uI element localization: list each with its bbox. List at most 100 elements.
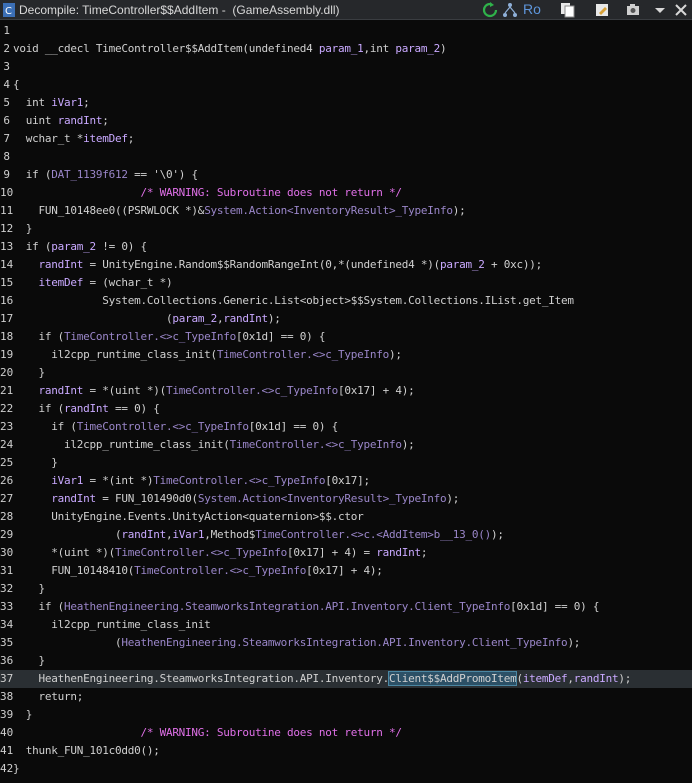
code-text: randInt = UnityEngine.Random$$RandomRang…: [13, 256, 543, 274]
code-text: randInt = *(uint *)(TimeController.<>c_T…: [13, 382, 415, 400]
code-line[interactable]: 18 if (TimeController.<>c_TypeInfo[0x1d]…: [0, 328, 692, 346]
copy-icon[interactable]: [560, 2, 576, 18]
graph-icon[interactable]: [502, 2, 518, 18]
code-text: UnityEngine.Events.UnityAction<quaternio…: [13, 508, 364, 526]
code-token: [0x17] + 4);: [338, 384, 415, 397]
code-text: void __cdecl TimeController$$AddItem(und…: [13, 40, 447, 58]
code-token: [0x17] + 4) =: [287, 546, 377, 559]
code-token: [0x1d] == 0) {: [236, 330, 326, 343]
code-line[interactable]: 10 /* WARNING: Subroutine does not retur…: [0, 184, 692, 202]
code-line[interactable]: 24 il2cpp_runtime_class_init(TimeControl…: [0, 436, 692, 454]
read-only-toggle[interactable]: Ro: [523, 1, 541, 17]
code-line[interactable]: 14 randInt = UnityEngine.Random$$RandomR…: [0, 256, 692, 274]
code-line[interactable]: 40 /* WARNING: Subroutine does not retur…: [0, 724, 692, 742]
code-line[interactable]: 7 wchar_t *itemDef;: [0, 130, 692, 148]
code-token: (: [13, 312, 173, 325]
refresh-icon[interactable]: [482, 2, 498, 18]
code-line[interactable]: 41 thunk_FUN_101c0dd0();: [0, 742, 692, 760]
code-token: if (: [13, 330, 64, 343]
code-line[interactable]: 21 randInt = *(uint *)(TimeController.<>…: [0, 382, 692, 400]
code-text: if (TimeController.<>c_TypeInfo[0x1d] ==…: [13, 418, 338, 436]
code-token: = UnityEngine.Random$$RandomRangeInt(0,*…: [83, 258, 440, 271]
code-line[interactable]: 25 }: [0, 454, 692, 472]
code-token: + 0xc));: [484, 258, 542, 271]
line-number: 26: [0, 474, 14, 487]
code-token: if (: [13, 600, 64, 613]
code-text: }: [13, 364, 45, 382]
code-line[interactable]: 36 }: [0, 652, 692, 670]
code-line[interactable]: 16 System.Collections.Generic.List<objec…: [0, 292, 692, 310]
code-token: return;: [13, 690, 84, 703]
code-line[interactable]: 37 HeathenEngineering.SteamworksIntegrat…: [0, 670, 692, 688]
snapshot-icon[interactable]: [626, 2, 642, 18]
window-titlebar: C Decompile: TimeController$$AddItem - (…: [0, 0, 692, 20]
code-text: if (param_2 != 0) {: [13, 238, 147, 256]
code-token: il2cpp_runtime_class_init(: [13, 438, 230, 451]
code-line[interactable]: 30 *(uint *)(TimeController.<>c_TypeInfo…: [0, 544, 692, 562]
code-line[interactable]: 35 (HeathenEngineering.SteamworksIntegra…: [0, 634, 692, 652]
code-variable: param_2: [51, 240, 96, 253]
code-line[interactable]: 22 if (randInt == 0) {: [0, 400, 692, 418]
code-text: if (TimeController.<>c_TypeInfo[0x1d] ==…: [13, 328, 325, 346]
code-text: (param_2,randInt);: [13, 310, 281, 328]
code-line[interactable]: 39 }: [0, 706, 692, 724]
code-line[interactable]: 31 FUN_10148410(TimeController.<>c_TypeI…: [0, 562, 692, 580]
code-token: int: [13, 96, 52, 109]
chevron-down-icon[interactable]: [652, 2, 668, 18]
line-number: 15: [0, 276, 14, 289]
code-line[interactable]: 26 iVar1 = *(int *)TimeController.<>c_Ty…: [0, 472, 692, 490]
code-text: if (randInt == 0) {: [13, 400, 159, 418]
code-line[interactable]: 1: [0, 22, 692, 40]
code-variable: randInt: [376, 546, 421, 559]
code-variable: randInt: [573, 672, 619, 685]
code-line[interactable]: 20 }: [0, 364, 692, 382]
code-line[interactable]: 2 void __cdecl TimeController$$AddItem(un…: [0, 40, 692, 58]
line-number: 22: [0, 402, 14, 415]
code-line[interactable]: 3: [0, 58, 692, 76]
line-number: 37: [0, 672, 14, 685]
code-token: UnityEngine.Events.UnityAction<quaternio…: [13, 510, 364, 523]
code-variable: itemDef: [522, 672, 568, 685]
code-line[interactable]: 29 (randInt,iVar1,Method$TimeController.…: [0, 526, 692, 544]
line-number: 4: [3, 78, 10, 91]
code-line[interactable]: 9 if (DAT_1139f612 == '\0') {: [0, 166, 692, 184]
code-line[interactable]: 27 randInt = FUN_101490d0(System.Action<…: [0, 490, 692, 508]
code-line[interactable]: 38 return;: [0, 688, 692, 706]
code-line[interactable]: 33 if (HeathenEngineering.SteamworksInte…: [0, 598, 692, 616]
code-line[interactable]: 42}: [0, 760, 692, 778]
code-line[interactable]: 32 }: [0, 580, 692, 598]
code-token: ,int: [363, 42, 396, 55]
code-line[interactable]: 8: [0, 148, 692, 166]
code-line[interactable]: 17 (param_2,randInt);: [0, 310, 692, 328]
code-line[interactable]: 34 il2cpp_runtime_class_init: [0, 616, 692, 634]
code-token: {: [13, 78, 20, 91]
line-number: 21: [0, 384, 14, 397]
code-token: [0x1d] == 0) {: [510, 600, 600, 613]
code-token: ): [439, 42, 447, 55]
edit-icon[interactable]: [594, 2, 610, 18]
code-token: [0x17];: [325, 474, 370, 487]
code-line[interactable]: 5 int iVar1;: [0, 94, 692, 112]
code-text: uint randInt;: [13, 112, 109, 130]
code-line[interactable]: 6 uint randInt;: [0, 112, 692, 130]
code-line[interactable]: 4{: [0, 76, 692, 94]
code-text: il2cpp_runtime_class_init(TimeController…: [13, 436, 415, 454]
code-highlighted-token: Client$$AddPromoItem: [387, 671, 518, 686]
line-number: 17: [0, 312, 14, 325]
code-variable: randInt: [121, 528, 166, 541]
decompiler-code-view[interactable]: 1 2 void __cdecl TimeController$$AddItem(u…: [0, 22, 692, 783]
code-line[interactable]: 19 il2cpp_runtime_class_init(TimeControl…: [0, 346, 692, 364]
code-token: (: [13, 636, 122, 649]
code-token: );: [401, 438, 415, 451]
line-number: 34: [0, 618, 14, 631]
code-line[interactable]: 28 UnityEngine.Events.UnityAction<quater…: [0, 508, 692, 526]
code-line[interactable]: 13 if (param_2 != 0) {: [0, 238, 692, 256]
code-token: System.Collections.Generic.List<object>$…: [13, 294, 574, 307]
line-number: 31: [0, 564, 14, 577]
code-line[interactable]: 15 itemDef = (wchar_t *): [0, 274, 692, 292]
close-icon[interactable]: [673, 2, 689, 18]
code-line[interactable]: 12 }: [0, 220, 692, 238]
code-line[interactable]: 11 FUN_10148ee0((PSRWLOCK *)&System.Acti…: [0, 202, 692, 220]
code-line[interactable]: 23 if (TimeController.<>c_TypeInfo[0x1d]…: [0, 418, 692, 436]
code-text: *(uint *)(TimeController.<>c_TypeInfo[0x…: [13, 544, 427, 562]
